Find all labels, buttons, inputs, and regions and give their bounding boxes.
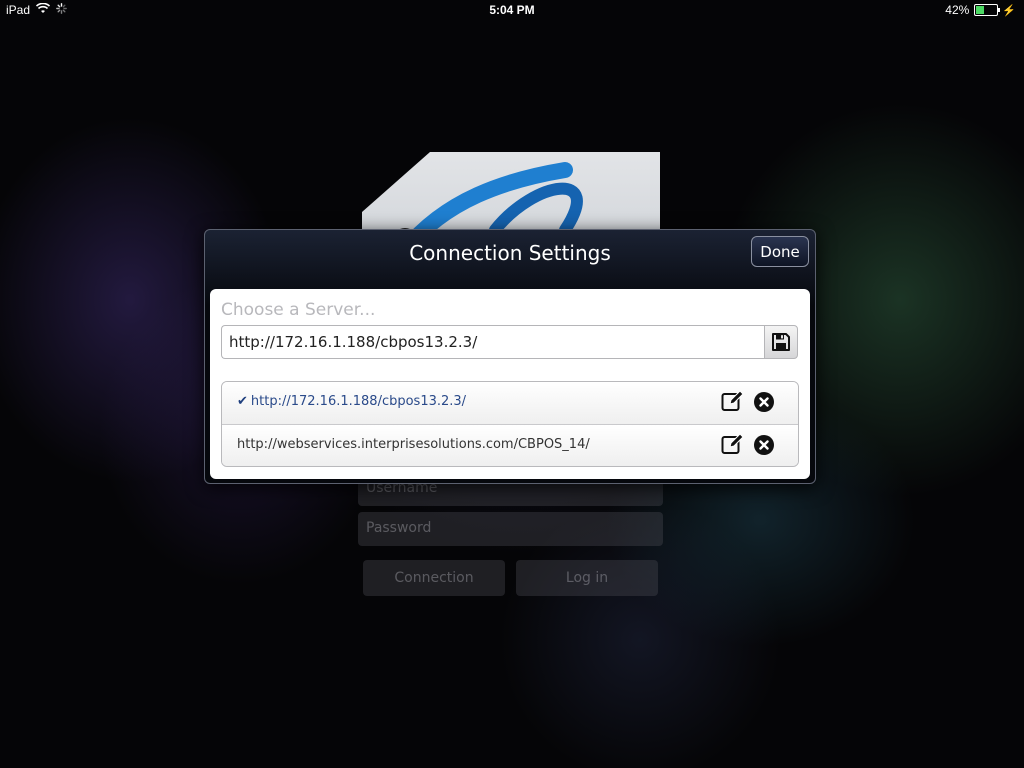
dialog-title: Connection Settings bbox=[409, 241, 611, 265]
remove-icon[interactable] bbox=[754, 392, 774, 412]
edit-icon[interactable] bbox=[721, 433, 745, 455]
save-icon bbox=[772, 333, 790, 351]
server-url-label: http://172.16.1.188/cbpos13.2.3/ bbox=[250, 394, 467, 409]
password-field: Password bbox=[358, 512, 663, 546]
check-icon: ✔ bbox=[237, 394, 248, 409]
server-row-text: http://webservices.interprisesolutions.c… bbox=[237, 437, 590, 452]
save-button[interactable] bbox=[764, 325, 798, 359]
choose-server-label: Choose a Server... bbox=[221, 300, 376, 320]
server-panel: Choose a Server... ✔http://172.16.1.188/… bbox=[210, 289, 810, 479]
edit-icon[interactable] bbox=[721, 390, 745, 412]
server-row-text: ✔ http://172.16.1.188/cbpos13.2.3/ bbox=[237, 394, 466, 409]
done-button[interactable]: Done bbox=[751, 236, 809, 267]
connection-button: Connection bbox=[363, 560, 505, 596]
server-list: ✔ http://172.16.1.188/cbpos13.2.3/ http:/… bbox=[221, 381, 799, 467]
login-button: Log in bbox=[516, 560, 658, 596]
server-url-label: http://webservices.interprisesolutions.c… bbox=[237, 437, 590, 452]
connection-settings-dialog: Connection Settings Done Choose a Server… bbox=[204, 229, 816, 484]
remove-icon[interactable] bbox=[754, 435, 774, 455]
server-row-1[interactable]: ✔ http://172.16.1.188/cbpos13.2.3/ bbox=[222, 382, 798, 424]
server-row-2[interactable]: http://webservices.interprisesolutions.c… bbox=[222, 424, 798, 466]
server-url-input[interactable] bbox=[221, 325, 764, 359]
